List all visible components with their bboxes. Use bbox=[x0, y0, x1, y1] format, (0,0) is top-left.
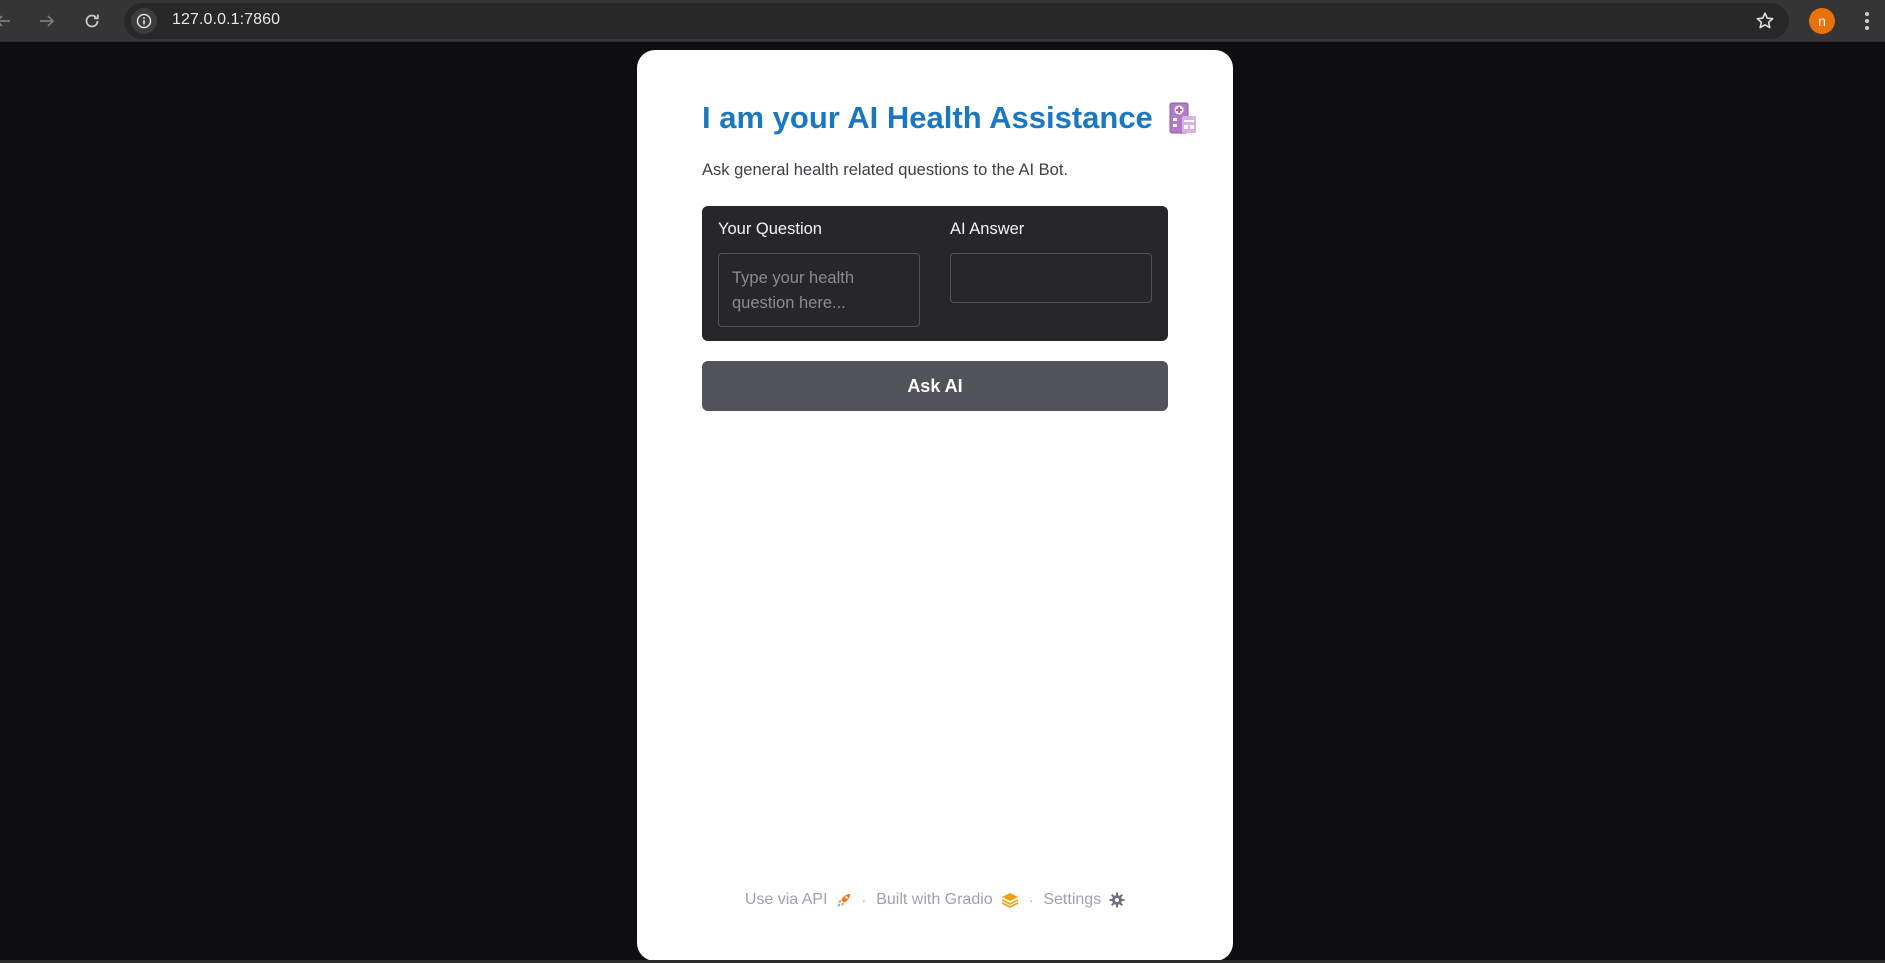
question-input[interactable] bbox=[718, 253, 920, 327]
footer-separator: · bbox=[1028, 892, 1034, 908]
info-icon bbox=[136, 13, 152, 29]
menu-dot-icon bbox=[1865, 26, 1869, 30]
footer: Use via API · Built with Gradio · Settin… bbox=[637, 888, 1233, 912]
rocket-icon bbox=[836, 894, 850, 907]
page-title: I am your AI Health Assistance bbox=[702, 96, 1197, 140]
forward-button[interactable] bbox=[32, 6, 62, 36]
reload-button[interactable] bbox=[77, 6, 107, 36]
page-title-text: I am your AI Health Assistance bbox=[702, 100, 1153, 135]
settings-label: Settings bbox=[1043, 891, 1102, 908]
menu-dot-icon bbox=[1865, 12, 1869, 16]
reload-icon bbox=[85, 14, 99, 28]
gear-icon bbox=[1109, 892, 1125, 908]
question-label: Your Question bbox=[718, 220, 822, 238]
address-bar[interactable]: 127.0.0.1:7860 bbox=[124, 3, 1789, 39]
answer-label: AI Answer bbox=[950, 220, 1025, 238]
question-block: Your Question bbox=[718, 220, 920, 332]
footer-separator: · bbox=[861, 892, 867, 908]
gradio-logo-icon bbox=[1001, 893, 1019, 908]
built-with-gradio-link[interactable]: Built with Gradio bbox=[876, 891, 1019, 909]
ask-ai-button[interactable]: Ask AI bbox=[702, 361, 1168, 411]
io-panel: Your Question AI Answer bbox=[702, 206, 1168, 341]
site-info-button[interactable] bbox=[131, 8, 157, 34]
app-container: I am your AI Health Assistance Ask gener… bbox=[637, 50, 1233, 961]
browser-menu-button[interactable] bbox=[1857, 8, 1877, 34]
back-button[interactable] bbox=[0, 6, 18, 36]
answer-block: AI Answer bbox=[950, 220, 1152, 303]
use-via-api-label: Use via API bbox=[744, 891, 828, 908]
star-icon bbox=[1756, 12, 1774, 29]
page-subtitle: Ask general health related questions to … bbox=[702, 161, 1068, 179]
browser-toolbar: 127.0.0.1:7860 n bbox=[0, 0, 1885, 42]
hospital-icon bbox=[1169, 102, 1196, 134]
use-via-api-link[interactable]: Use via API bbox=[745, 891, 852, 909]
built-with-gradio-label: Built with Gradio bbox=[876, 891, 993, 908]
arrow-left-icon bbox=[0, 15, 10, 27]
answer-output[interactable] bbox=[950, 253, 1152, 303]
profile-initial: n bbox=[1818, 13, 1826, 29]
url-text[interactable]: 127.0.0.1:7860 bbox=[172, 11, 280, 29]
settings-link[interactable]: Settings bbox=[1043, 891, 1125, 909]
menu-dot-icon bbox=[1865, 19, 1869, 23]
bookmark-button[interactable] bbox=[1753, 9, 1777, 33]
profile-avatar[interactable]: n bbox=[1809, 8, 1835, 34]
arrow-right-icon bbox=[40, 15, 55, 27]
